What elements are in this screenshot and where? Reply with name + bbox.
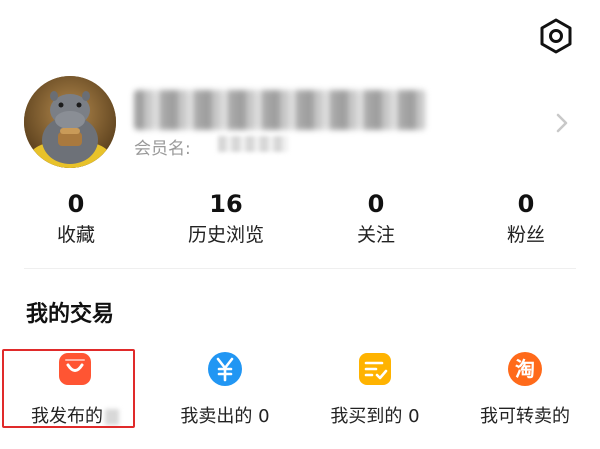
trade-label: 我发布的 (0, 402, 150, 428)
svg-text:淘: 淘 (515, 357, 535, 381)
stat-fans[interactable]: 0 粉丝 (466, 188, 586, 250)
trade-my-sold[interactable]: 我卖出的 0 (150, 350, 300, 430)
settings-icon (540, 18, 572, 54)
nickname-redacted (134, 90, 426, 130)
member-name-label: 会员名: (134, 139, 191, 159)
count-redacted (105, 409, 119, 425)
shopping-bag-icon (59, 353, 91, 385)
trade-my-bought[interactable]: 我买到的 0 (300, 350, 450, 430)
stats-row: 0 收藏 16 历史浏览 0 关注 0 粉丝 (0, 188, 600, 258)
divider (24, 268, 576, 269)
stat-value: 0 (517, 190, 535, 218)
chevron-right-icon (556, 113, 568, 133)
trade-label: 我买到的 0 (330, 406, 420, 427)
stat-label: 收藏 (56, 224, 95, 246)
settings-button[interactable] (536, 16, 576, 56)
trade-resellable[interactable]: 淘 我可转卖的 (450, 350, 600, 430)
checklist-icon (359, 353, 391, 385)
stat-value: 0 (367, 190, 385, 218)
trade-label: 我可转卖的 (480, 406, 570, 427)
stat-value: 0 (67, 190, 85, 218)
trade-label: 我卖出的 0 (180, 406, 270, 427)
section-title-my-trades: 我的交易 (26, 302, 115, 327)
stat-history[interactable]: 16 历史浏览 (166, 188, 286, 250)
profile-card[interactable]: 会员名: (24, 76, 584, 168)
stat-following[interactable]: 0 关注 (316, 188, 436, 250)
avatar[interactable] (24, 76, 116, 168)
stat-label: 关注 (356, 224, 395, 246)
member-name-redacted (218, 136, 288, 152)
stat-value: 16 (209, 190, 243, 218)
stat-label: 历史浏览 (187, 224, 264, 246)
yen-icon (208, 352, 242, 386)
stat-label: 粉丝 (506, 224, 545, 246)
taobao-icon: 淘 (508, 352, 542, 386)
stat-favorites[interactable]: 0 收藏 (16, 188, 136, 250)
trade-my-published[interactable]: 我发布的 (0, 350, 150, 430)
